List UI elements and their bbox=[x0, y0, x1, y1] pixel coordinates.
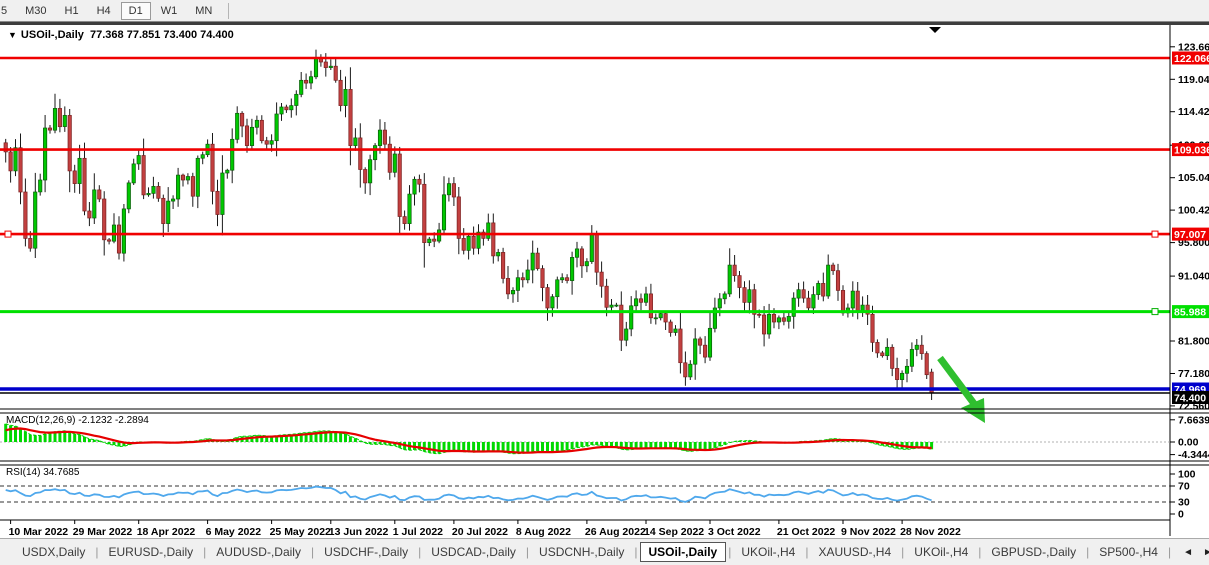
date-label: 1 Jul 2022 bbox=[393, 526, 443, 538]
rsi-axis-label: 30 bbox=[1178, 497, 1190, 509]
symbol-tab-sp500h4[interactable]: SP500-,H4 bbox=[1091, 543, 1166, 561]
price-tick-label: 119.040 bbox=[1178, 74, 1209, 86]
price-chart-canvas[interactable]: 123.660119.040114.420109.660105.040100.4… bbox=[0, 25, 1209, 538]
scroll-left-arrow-button[interactable]: ◄ bbox=[1183, 547, 1193, 558]
symbol-tab-usdcnhdaily[interactable]: USDCNH-,Daily bbox=[531, 543, 632, 561]
symbol-tab-xauusdh4[interactable]: XAUUSD-,H4 bbox=[810, 543, 899, 561]
tab-separator: | bbox=[201, 545, 208, 559]
hline-handle[interactable] bbox=[1152, 231, 1158, 237]
price-badge-122.066: 122.066 bbox=[1172, 52, 1209, 65]
timeframe-button-w1[interactable]: W1 bbox=[153, 2, 186, 20]
symbol-tab-gbpusddaily[interactable]: GBPUSD-,Daily bbox=[983, 543, 1084, 561]
chart-shift-marker-icon[interactable] bbox=[929, 27, 941, 33]
timeframe-button-h4[interactable]: H4 bbox=[89, 2, 119, 20]
price-badge-109.036: 109.036 bbox=[1172, 143, 1209, 156]
symbol-tab-usdchfdaily[interactable]: USDCHF-,Daily bbox=[316, 543, 416, 561]
tab-separator: | bbox=[524, 545, 531, 559]
rsi-axis-label: 0 bbox=[1178, 509, 1184, 521]
date-label: 29 Mar 2022 bbox=[73, 526, 133, 538]
date-label: 18 Apr 2022 bbox=[137, 526, 196, 538]
price-tick-label: 91.040 bbox=[1178, 271, 1209, 283]
macd-name: MACD(12,26,9) bbox=[6, 415, 75, 426]
timeframe-button-mn[interactable]: MN bbox=[187, 2, 220, 20]
symbol-tab-usdxdaily[interactable]: USDX,Daily bbox=[14, 543, 93, 561]
date-label: 20 Jul 2022 bbox=[452, 526, 508, 538]
symbol-tab-audusddaily[interactable]: AUDUSD-,Daily bbox=[208, 543, 309, 561]
tab-separator: | bbox=[416, 545, 423, 559]
chart-symbol: USOil-,Daily bbox=[21, 29, 84, 41]
rsi-axis-label: 70 bbox=[1178, 481, 1190, 493]
macd-indicator-label: MACD(12,26,9) -2.1232 -2.2894 bbox=[6, 415, 149, 426]
svg-text:85.988: 85.988 bbox=[1174, 306, 1206, 318]
price-tick-label: 77.180 bbox=[1178, 368, 1209, 380]
date-label: 13 Jun 2022 bbox=[329, 526, 389, 538]
tab-scroll-controls: | ◄ ► bbox=[1166, 545, 1209, 559]
tab-separator: | bbox=[899, 545, 906, 559]
price-tick-label: 114.420 bbox=[1178, 106, 1209, 118]
toolbar-separator bbox=[228, 3, 229, 19]
timeframe-button-d1[interactable]: D1 bbox=[121, 2, 151, 20]
macd-series bbox=[6, 424, 932, 454]
candlestick-series bbox=[4, 50, 933, 400]
hline-handle[interactable] bbox=[5, 231, 11, 237]
tab-separator: | bbox=[726, 545, 733, 559]
date-label: 21 Oct 2022 bbox=[777, 526, 836, 538]
timeframe-button-m30[interactable]: M30 bbox=[17, 2, 54, 20]
date-label: 14 Sep 2022 bbox=[644, 526, 704, 538]
svg-text:122.066: 122.066 bbox=[1174, 53, 1209, 65]
svg-text:74.400: 74.400 bbox=[1174, 392, 1206, 404]
price-tick-label: 105.040 bbox=[1178, 172, 1209, 184]
symbol-tab-usoildaily-active[interactable]: USOil-,Daily bbox=[640, 542, 727, 562]
date-label: 8 Aug 2022 bbox=[516, 526, 571, 538]
tab-separator: | bbox=[632, 545, 639, 559]
price-badge-97.007: 97.007 bbox=[1172, 228, 1209, 241]
tab-separator: | bbox=[803, 545, 810, 559]
hline-handle[interactable] bbox=[1152, 309, 1158, 315]
chart-ohlc: 77.368 77.851 73.400 74.400 bbox=[90, 29, 234, 41]
timeframe-button-h1[interactable]: H1 bbox=[57, 2, 87, 20]
tab-separator: | bbox=[976, 545, 983, 559]
macd-axis-label: 7.6639 bbox=[1178, 414, 1209, 426]
tab-separator: | bbox=[1166, 545, 1173, 559]
macd-axis-label: -4.3444 bbox=[1178, 449, 1209, 461]
rsi-line bbox=[6, 487, 932, 502]
timeframe-button-5[interactable]: 5 bbox=[0, 2, 15, 20]
tab-separator: | bbox=[309, 545, 316, 559]
svg-text:109.036: 109.036 bbox=[1174, 144, 1209, 156]
rsi-indicator-label: RSI(14) 34.7685 bbox=[6, 467, 79, 478]
date-label: 9 Nov 2022 bbox=[841, 526, 896, 538]
date-label: 10 Mar 2022 bbox=[9, 526, 69, 538]
chart-window[interactable]: 123.660119.040114.420109.660105.040100.4… bbox=[0, 25, 1209, 538]
rsi-name: RSI(14) bbox=[6, 467, 40, 478]
chart-title-dropdown-icon[interactable]: ▼ bbox=[8, 30, 17, 40]
macd-values: -2.1232 -2.2894 bbox=[78, 415, 149, 426]
price-tick-label: 100.420 bbox=[1178, 205, 1209, 217]
symbol-tab-bar: USDX,Daily|EURUSD-,Daily|AUDUSD-,Daily|U… bbox=[0, 538, 1209, 565]
scroll-right-arrow-button[interactable]: ► bbox=[1203, 547, 1209, 558]
symbol-tab-ukoilh4[interactable]: UKOil-,H4 bbox=[906, 543, 976, 561]
chart-title: ▼ USOil-,Daily 77.368 77.851 73.400 74.40… bbox=[8, 29, 234, 41]
macd-axis-label: 0.00 bbox=[1178, 437, 1199, 449]
date-label: 28 Nov 2022 bbox=[900, 526, 961, 538]
svg-text:97.007: 97.007 bbox=[1174, 229, 1206, 241]
date-label: 25 May 2022 bbox=[270, 526, 331, 538]
price-badge-85.988: 85.988 bbox=[1172, 305, 1209, 318]
symbol-tab-usdcaddaily[interactable]: USDCAD-,Daily bbox=[423, 543, 524, 561]
symbol-tab-eurusddaily[interactable]: EURUSD-,Daily bbox=[100, 543, 201, 561]
price-badge-74.400: 74.400 bbox=[1172, 391, 1209, 404]
rsi-axis-label: 100 bbox=[1178, 469, 1196, 481]
trading-terminal: 5M30H1H4D1W1MN 123.660119.040114.420109.… bbox=[0, 0, 1209, 565]
tab-separator: | bbox=[93, 545, 100, 559]
price-tick-label: 81.800 bbox=[1178, 336, 1209, 348]
timeframe-toolbar: 5M30H1H4D1W1MN bbox=[0, 0, 1209, 21]
date-label: 3 Oct 2022 bbox=[708, 526, 761, 538]
tab-separator: | bbox=[1084, 545, 1091, 559]
date-label: 26 Aug 2022 bbox=[585, 526, 646, 538]
rsi-value: 34.7685 bbox=[43, 467, 79, 478]
symbol-tab-ukoilh4[interactable]: UKOil-,H4 bbox=[733, 543, 803, 561]
date-label: 6 May 2022 bbox=[206, 526, 262, 538]
